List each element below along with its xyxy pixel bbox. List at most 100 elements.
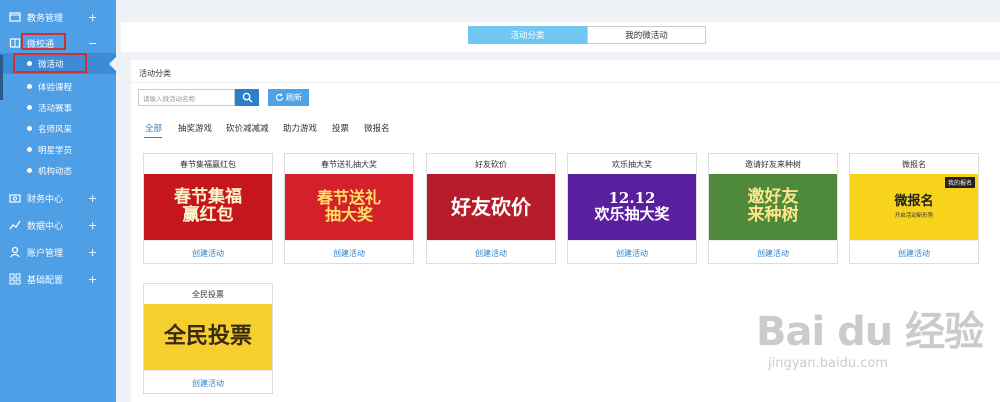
card-banner: 好友砍价 — [427, 174, 555, 240]
sidebar-group-academic[interactable]: 教务管理 + — [0, 6, 116, 28]
sidebar-item-label: 机构动态 — [38, 166, 73, 177]
sidebar-group-account[interactable]: 账户管理 + — [0, 241, 116, 263]
chart-line-icon — [9, 220, 21, 230]
sidebar-group-finance[interactable]: 财务中心 + — [0, 187, 116, 209]
refresh-icon — [275, 93, 284, 101]
card-banner: 全民投票 — [144, 304, 272, 370]
divider — [709, 240, 837, 241]
filter-underline — [144, 137, 162, 138]
bullet-icon — [27, 126, 32, 131]
create-activity-link[interactable]: 创建活动 — [427, 248, 555, 259]
card-title: 邀请好友来种树 — [745, 160, 801, 169]
sidebar-item-trial-course[interactable]: 体验课程 — [0, 76, 116, 97]
search-input[interactable]: 请输入微活动名称 — [138, 89, 235, 106]
baidu-watermark: Bai du 经验 jingyan.baidu.com — [756, 294, 986, 384]
activity-card[interactable]: 欢乐抽大奖 12.12 欢乐抽大奖 创建活动 — [567, 153, 697, 264]
card-title: 好友砍价 — [475, 160, 507, 169]
sidebar-group-label: 财务中心 — [27, 194, 64, 205]
refresh-button[interactable]: 刷新 — [268, 89, 309, 106]
banner-text: 邀好友 来种树 — [747, 187, 799, 225]
search-button[interactable] — [235, 89, 259, 106]
expand-icon[interactable]: + — [88, 11, 97, 24]
user-icon — [10, 246, 20, 258]
sidebar-item-events[interactable]: 活动赛事 — [0, 97, 116, 118]
create-activity-link[interactable]: 创建活动 — [850, 248, 978, 259]
banner-badge: 我的报名 — [944, 177, 975, 188]
tab-bar: 活动分类 我的微活动 — [121, 22, 1000, 52]
filter-assist[interactable]: 助力游戏 — [283, 122, 317, 134]
activity-card[interactable]: 春节集福赢红包 春节集福 赢红包 创建活动 — [143, 153, 273, 264]
tab-my-activities[interactable]: 我的微活动 — [587, 26, 706, 44]
banner-text: 好友砍价 — [451, 194, 531, 219]
filter-lottery[interactable]: 抽奖游戏 — [178, 122, 212, 134]
card-title: 微报名 — [902, 160, 926, 169]
divider — [850, 240, 978, 241]
activity-card[interactable]: 全民投票 全民投票 创建活动 — [143, 283, 273, 394]
sidebar-group-data[interactable]: 数据中心 + — [0, 214, 116, 236]
money-icon — [9, 194, 21, 203]
sidebar-item-teachers[interactable]: 名师风采 — [0, 118, 116, 139]
divider — [131, 82, 1000, 83]
filter-all[interactable]: 全部 — [145, 122, 162, 134]
bullet-icon — [27, 168, 32, 173]
banner-text: 12.12 欢乐抽大奖 — [594, 189, 670, 223]
highlight-box — [13, 53, 87, 73]
filter-signup[interactable]: 微报名 — [364, 122, 390, 134]
sidebar-group-settings[interactable]: 基础配置 + — [0, 268, 116, 290]
highlight-box — [21, 33, 66, 50]
bullet-icon — [27, 84, 32, 89]
refresh-label: 刷新 — [286, 93, 302, 102]
sidebar-item-label: 活动赛事 — [38, 103, 73, 114]
create-activity-link[interactable]: 创建活动 — [709, 248, 837, 259]
card-banner: 我的报名 微报名 开启活动新形势 — [850, 174, 978, 240]
sidebar-item-org-news[interactable]: 机构动态 — [0, 160, 116, 181]
card-title: 全民投票 — [192, 290, 224, 299]
bullet-icon — [27, 147, 32, 152]
divider — [144, 370, 272, 371]
create-activity-link[interactable]: 创建活动 — [285, 248, 413, 259]
sidebar-group-label: 基础配置 — [27, 275, 64, 286]
expand-icon[interactable]: + — [88, 246, 97, 259]
tab-activity-categories[interactable]: 活动分类 — [468, 26, 587, 44]
filter-bargain[interactable]: 砍价减减减 — [226, 122, 269, 134]
watermark-text: Bai du 经验 — [756, 309, 984, 355]
collapse-icon[interactable]: − — [88, 37, 97, 50]
grid-icon — [9, 273, 21, 285]
card-banner: 春节集福 赢红包 — [144, 174, 272, 240]
card-banner: 12.12 欢乐抽大奖 — [568, 174, 696, 240]
search-icon — [242, 92, 253, 103]
sidebar-item-label: 体验课程 — [38, 82, 73, 93]
filter-vote[interactable]: 投票 — [332, 122, 349, 134]
sidebar-item-star-students[interactable]: 明星学员 — [0, 139, 116, 160]
active-arrow — [109, 57, 116, 71]
divider — [427, 240, 555, 241]
expand-icon[interactable]: + — [88, 219, 97, 232]
divider — [144, 240, 272, 241]
watermark-url: jingyan.baidu.com — [768, 356, 888, 371]
panel-title: 活动分类 — [139, 69, 171, 78]
card-banner: 春节送礼 抽大奖 — [285, 174, 413, 240]
card-title: 欢乐抽大奖 — [612, 160, 652, 169]
create-activity-link[interactable]: 创建活动 — [568, 248, 696, 259]
card-title: 春节送礼抽大奖 — [321, 160, 377, 169]
activity-card[interactable]: 微报名 我的报名 微报名 开启活动新形势 创建活动 — [849, 153, 979, 264]
expand-icon[interactable]: + — [88, 273, 97, 286]
sidebar-item-label: 名师风采 — [38, 124, 73, 135]
book-icon — [9, 38, 21, 48]
banner-text: 微报名 — [894, 193, 934, 209]
card-banner: 邀好友 来种树 — [709, 174, 837, 240]
top-bar — [116, 0, 1000, 22]
create-activity-link[interactable]: 创建活动 — [144, 248, 272, 259]
banner-text: 全民投票 — [163, 323, 252, 350]
folder-icon — [9, 12, 21, 22]
create-activity-link[interactable]: 创建活动 — [144, 378, 272, 389]
expand-icon[interactable]: + — [88, 192, 97, 205]
activity-card[interactable]: 好友砍价 好友砍价 创建活动 — [426, 153, 556, 264]
sidebar-item-label: 明星学员 — [38, 145, 73, 156]
banner-subtext: 开启活动新形势 — [894, 213, 934, 220]
sidebar-group-label: 数据中心 — [27, 221, 64, 232]
activity-card[interactable]: 邀请好友来种树 邀好友 来种树 创建活动 — [708, 153, 838, 264]
active-indicator — [0, 55, 3, 100]
banner-text: 春节集福 赢红包 — [174, 187, 242, 225]
activity-card[interactable]: 春节送礼抽大奖 春节送礼 抽大奖 创建活动 — [284, 153, 414, 264]
